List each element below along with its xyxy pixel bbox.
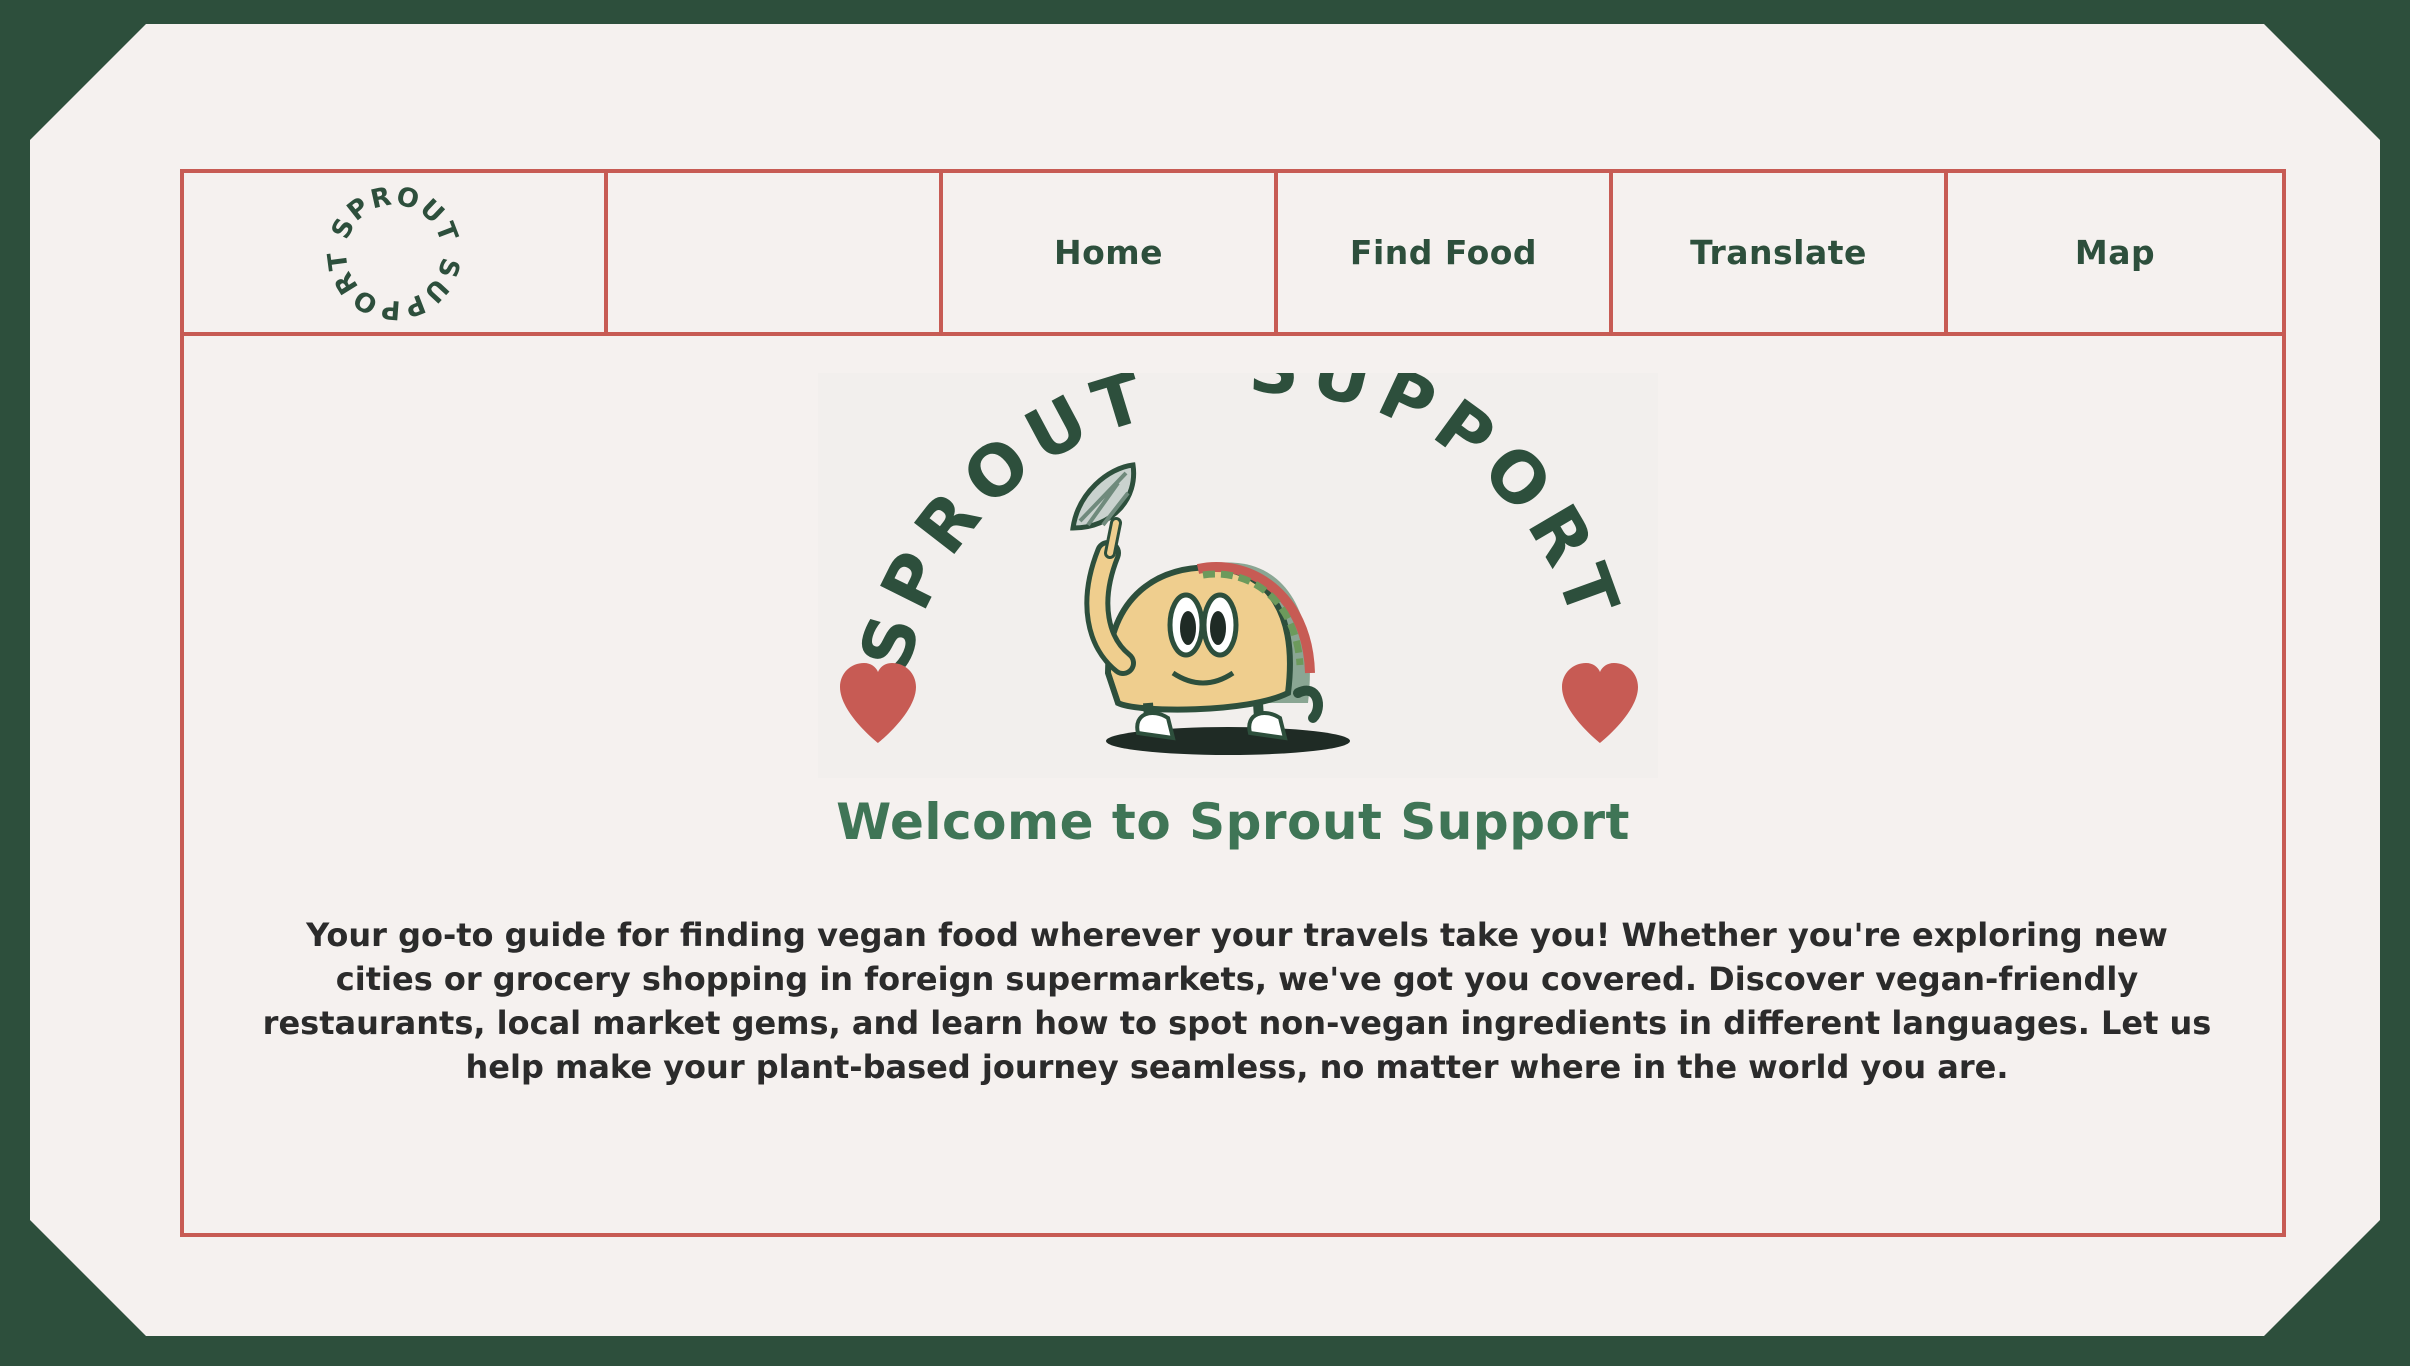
logo-cell: SPROUT SUPPORT <box>184 173 608 332</box>
nav-spacer <box>608 173 943 332</box>
content-frame: SPROUT SUPPORT Home Find Food Translate … <box>180 169 2286 1237</box>
nav-item-map[interactable]: Map <box>1948 173 2282 332</box>
page-card: SPROUT SUPPORT Home Find Food Translate … <box>30 24 2380 1336</box>
heart-left-icon <box>840 663 916 743</box>
sprout-support-logo-icon[interactable]: SPROUT SUPPORT <box>314 173 474 333</box>
page-title: Welcome to Sprout Support <box>836 793 1630 851</box>
nav-link-map[interactable]: Map <box>2075 233 2155 272</box>
taco-mascot-icon <box>1070 462 1350 755</box>
nav-item-find-food[interactable]: Find Food <box>1278 173 1613 332</box>
nav-link-find-food[interactable]: Find Food <box>1350 233 1537 272</box>
svg-text:SUPPORT: SUPPORT <box>1247 373 1637 637</box>
top-nav: SPROUT SUPPORT Home Find Food Translate … <box>184 173 2282 336</box>
hero-arc-right-text: SUPPORT <box>1247 327 1627 637</box>
nav-item-home[interactable]: Home <box>943 173 1278 332</box>
hero-illustration: SPROUT SUPPORT <box>818 327 1658 778</box>
svg-text:SPROUT SUPPORT: SPROUT SUPPORT <box>322 181 465 324</box>
nav-item-translate[interactable]: Translate <box>1613 173 1948 332</box>
intro-paragraph: Your go-to guide for finding vegan food … <box>262 916 2212 1086</box>
nav-link-home[interactable]: Home <box>1054 233 1163 272</box>
logo-ring-text: SPROUT SUPPORT <box>322 181 463 324</box>
hero-banner-image: SPROUT SUPPORT <box>840 327 1638 755</box>
nav-link-translate[interactable]: Translate <box>1690 233 1867 272</box>
heart-right-icon <box>1562 663 1638 743</box>
